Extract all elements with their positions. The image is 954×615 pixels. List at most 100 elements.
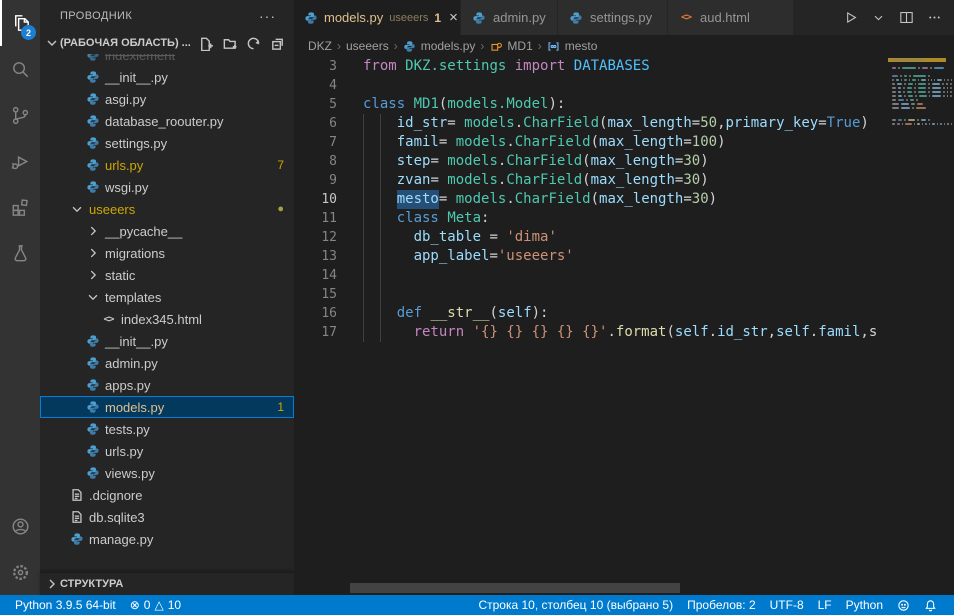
tree-item-templates[interactable]: templates — [40, 286, 294, 308]
code-line-9[interactable]: 9 zvan= models.CharField(max_length=30) — [294, 171, 954, 190]
code-token[interactable]: CharField — [515, 133, 591, 152]
code-line-8[interactable]: 8 step= models.CharField(max_length=30) — [294, 152, 954, 171]
code-token[interactable]: DKZ.settings — [405, 57, 506, 76]
breadcrumb-item-DKZ[interactable]: DKZ — [308, 39, 332, 53]
code-token[interactable]: ( — [666, 323, 674, 342]
tree-item-wsgi.py[interactable]: wsgi.py — [40, 176, 294, 198]
code-line-11[interactable]: 11 class Meta: — [294, 209, 954, 228]
activity-item-source-control[interactable] — [0, 92, 40, 138]
code-token[interactable]: , — [717, 114, 725, 133]
code-token[interactable] — [363, 323, 414, 342]
code-token[interactable]: DATABASES — [574, 57, 650, 76]
code-token[interactable]: ): — [532, 304, 549, 323]
code-token[interactable]: ( — [439, 95, 447, 114]
tree-item-models.py[interactable]: models.py1 — [40, 396, 294, 418]
code-token[interactable]: = — [481, 228, 506, 247]
views-and-more-actions-button[interactable]: ··· — [259, 8, 276, 24]
code-token[interactable]: ): — [548, 95, 565, 114]
code-token[interactable]: . — [506, 133, 514, 152]
code-token[interactable]: Meta — [447, 209, 481, 228]
code-token[interactable]: '{} {} {} {} {}' — [473, 323, 608, 342]
code-token[interactable] — [422, 304, 430, 323]
tree-item-static[interactable]: static — [40, 264, 294, 286]
run-dropdown-button[interactable] — [866, 6, 890, 30]
tree-item-asgi.py[interactable]: asgi.py — [40, 88, 294, 110]
code-token[interactable]: 50 — [700, 114, 717, 133]
tree-item-admin.py[interactable]: admin.py — [40, 352, 294, 374]
tree-item-apps.py[interactable]: apps.py — [40, 374, 294, 396]
code-token[interactable]: __str__ — [430, 304, 489, 323]
new-folder-button[interactable] — [220, 34, 238, 52]
code-token[interactable]: , — [768, 323, 776, 342]
code-token[interactable]: from — [363, 57, 397, 76]
code-token[interactable]: app_label — [414, 247, 490, 266]
code-token[interactable]: 100 — [692, 133, 717, 152]
tree-item-database_roouter.py[interactable]: database_roouter.py — [40, 110, 294, 132]
code-token[interactable]: import — [515, 57, 566, 76]
tab-admin.py[interactable]: admin.py — [461, 0, 558, 35]
tree-item-urls.py[interactable]: urls.py7 — [40, 154, 294, 176]
breadcrumb-item-MD1[interactable]: MD1 — [489, 39, 532, 53]
close-icon[interactable]: × — [449, 9, 458, 26]
code-token[interactable]: return — [414, 323, 465, 342]
code-token[interactable]: ( — [591, 133, 599, 152]
tree-item-__pycache__[interactable]: __pycache__ — [40, 220, 294, 242]
code-token[interactable]: = — [683, 190, 691, 209]
collapse-all-button[interactable] — [268, 34, 286, 52]
encoding[interactable]: UTF-8 — [763, 595, 811, 615]
code-token[interactable]: max_length — [599, 190, 683, 209]
code-token[interactable]: ) — [860, 114, 868, 133]
code-token[interactable]: CharField — [506, 171, 582, 190]
code-token[interactable]: 'useeers' — [498, 247, 574, 266]
code-token[interactable]: ) — [717, 133, 725, 152]
python-interpreter[interactable]: Python 3.9.5 64-bit — [8, 595, 123, 615]
code-token[interactable] — [405, 95, 413, 114]
code-line-3[interactable]: 3from DKZ.settings import DATABASES — [294, 57, 954, 76]
code-token[interactable]: = — [675, 171, 683, 190]
code-token[interactable]: . — [498, 171, 506, 190]
breadcrumb-item-models.py[interactable]: models.py — [403, 39, 476, 53]
code-token[interactable]: ) — [709, 190, 717, 209]
code-token[interactable]: format — [616, 323, 667, 342]
tree-item-db.sqlite3[interactable]: db.sqlite3 — [40, 506, 294, 528]
code-token[interactable]: = — [818, 114, 826, 133]
code-token[interactable]: self — [675, 323, 709, 342]
code-token[interactable]: = — [439, 133, 456, 152]
code-token[interactable] — [363, 247, 414, 266]
code-token[interactable] — [565, 57, 573, 76]
code-token[interactable]: db_table — [414, 228, 481, 247]
tree-item-migrations[interactable]: migrations — [40, 242, 294, 264]
code-token[interactable]: CharField — [506, 152, 582, 171]
code-token[interactable]: ( — [582, 171, 590, 190]
code-token[interactable]: models — [456, 190, 507, 209]
refresh-button[interactable] — [244, 34, 262, 52]
workspace-section-header[interactable]: (РАБОЧАЯ ОБЛАСТЬ) ... — [40, 32, 294, 54]
code-line-6[interactable]: 6 id_str= models.CharField(max_length=50… — [294, 114, 954, 133]
code-token[interactable]: . — [709, 323, 717, 342]
code-token[interactable]: step — [397, 152, 431, 171]
code-token[interactable]: primary_key — [726, 114, 819, 133]
code-token[interactable]: . — [506, 190, 514, 209]
code-token[interactable] — [397, 57, 405, 76]
code-token[interactable]: ) — [700, 171, 708, 190]
tree-item-tests.py[interactable]: tests.py — [40, 418, 294, 440]
activity-item-extensions[interactable] — [0, 184, 40, 230]
code-token[interactable] — [464, 323, 472, 342]
code-token[interactable]: models — [447, 171, 498, 190]
code-token[interactable]: self — [776, 323, 810, 342]
code-token[interactable]: = — [683, 133, 691, 152]
code-token[interactable]: = — [489, 247, 497, 266]
activity-item-settings[interactable] — [0, 549, 40, 595]
code-token[interactable]: . — [607, 323, 615, 342]
minimap[interactable] — [888, 57, 954, 595]
code-token[interactable]: zvan — [397, 171, 431, 190]
eol[interactable]: LF — [811, 595, 839, 615]
outline-section-header[interactable]: СТРУКТУРА — [40, 572, 294, 595]
code-token[interactable]: models — [464, 114, 515, 133]
tree-item-useeers[interactable]: useeers● — [40, 198, 294, 220]
code-token[interactable]: 30 — [683, 152, 700, 171]
code-token[interactable]: class — [397, 209, 439, 228]
code-token[interactable]: models.Model — [447, 95, 548, 114]
code-token[interactable]: self — [498, 304, 532, 323]
code-token[interactable]: MD1 — [414, 95, 439, 114]
